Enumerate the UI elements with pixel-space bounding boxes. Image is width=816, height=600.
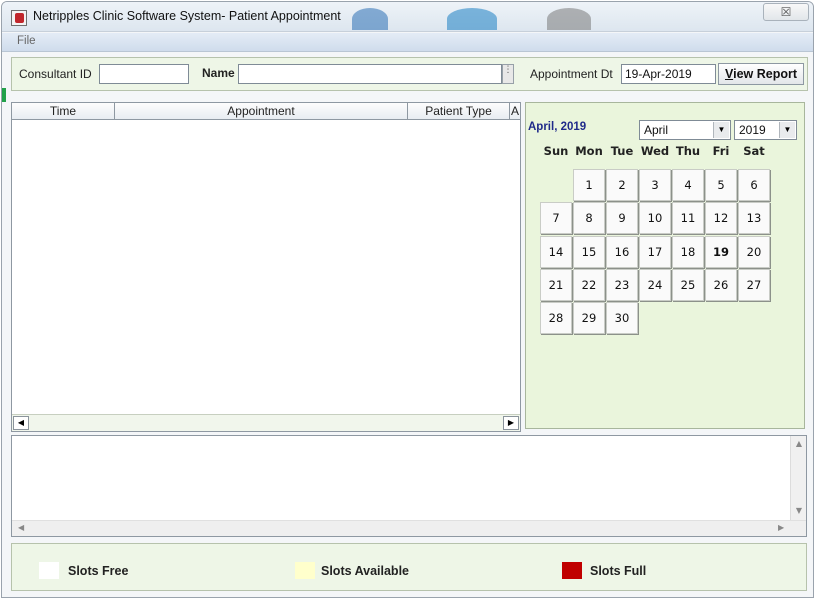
calendar-day-6[interactable]: 6 — [738, 169, 770, 201]
calendar-day-25[interactable]: 25 — [672, 269, 704, 301]
menu-file[interactable]: File — [17, 35, 36, 47]
filter-toolbar: Consultant ID Name ⋮ Appointment Dt View… — [11, 57, 808, 91]
appointment-grid[interactable]: Time Appointment Patient Type A ◀ ▶ — [11, 102, 521, 432]
month-select[interactable]: April ▼ — [639, 120, 731, 140]
calendar-day-22[interactable]: 22 — [573, 269, 605, 301]
legend-label-available: Slots Available — [321, 564, 409, 578]
calendar-day-2[interactable]: 2 — [606, 169, 638, 201]
title-decoration — [352, 8, 388, 30]
year-select-value: 2019 — [739, 123, 766, 137]
calendar-day-1[interactable]: 1 — [573, 169, 605, 201]
grid-header: Time Appointment Patient Type A — [12, 103, 520, 120]
app-window: Netripples Clinic Software System- Patie… — [1, 1, 814, 598]
calendar-day-24[interactable]: 24 — [639, 269, 671, 301]
appointment-date-label: Appointment Dt — [530, 67, 613, 81]
weekday-label: Tue — [610, 144, 634, 158]
calendar-month-title: April, 2019 — [528, 121, 587, 133]
grid-horizontal-scrollbar[interactable]: ◀ ▶ — [12, 414, 520, 431]
name-lookup-button[interactable]: ⋮ — [502, 64, 514, 84]
calendar-day-30[interactable]: 30 — [606, 302, 638, 334]
weekday-label: Wed — [640, 144, 670, 158]
calendar-day-27[interactable]: 27 — [738, 269, 770, 301]
app-icon — [11, 10, 27, 26]
view-report-label: iew Report — [733, 67, 798, 81]
calendar-day-11[interactable]: 11 — [672, 202, 704, 234]
calendar-day-16[interactable]: 16 — [606, 236, 638, 268]
detail-horizontal-scrollbar[interactable]: ◀ ▶ — [12, 520, 806, 536]
scroll-left-icon[interactable]: ◀ — [18, 523, 24, 532]
chevron-down-icon[interactable]: ▼ — [779, 122, 795, 138]
name-label: Name — [202, 66, 235, 80]
chevron-down-icon[interactable]: ▼ — [713, 122, 729, 138]
column-header-patient-type[interactable]: Patient Type — [408, 103, 510, 119]
view-report-mnemonic: V — [724, 67, 734, 81]
calendar-day-5[interactable]: 5 — [705, 169, 737, 201]
column-header-appointment[interactable]: Appointment — [115, 103, 408, 119]
scroll-right-icon[interactable]: ▶ — [503, 416, 519, 430]
view-report-button[interactable]: View Report — [718, 63, 804, 85]
appointment-date-input[interactable] — [621, 64, 716, 84]
title-decoration — [447, 8, 497, 30]
scroll-up-icon[interactable]: ▲ — [791, 439, 807, 448]
slot-legend: Slots Free Slots Available Slots Full — [11, 543, 807, 591]
legend-swatch-available — [295, 562, 315, 579]
calendar-day-26[interactable]: 26 — [705, 269, 737, 301]
calendar-panel: April, 2019 April ▼ 2019 ▼ Sun Mon Tue Wed T… — [525, 102, 805, 429]
detail-pane[interactable]: ▲ ▼ ◀ ▶ — [11, 435, 807, 537]
column-header-time[interactable]: Time — [12, 103, 115, 119]
calendar-day-23[interactable]: 23 — [606, 269, 638, 301]
scroll-right-icon[interactable]: ▶ — [778, 523, 784, 532]
name-input[interactable] — [238, 64, 502, 84]
year-select[interactable]: 2019 ▼ — [734, 120, 797, 140]
calendar-day-18[interactable]: 18 — [672, 236, 704, 268]
column-header-truncated[interactable]: A — [510, 103, 520, 119]
month-select-value: April — [644, 123, 669, 137]
calendar-day-12[interactable]: 12 — [705, 202, 737, 234]
weekday-label: Mon — [575, 144, 603, 158]
calendar-day-9[interactable]: 9 — [606, 202, 638, 234]
legend-label-full: Slots Full — [590, 564, 647, 578]
title-bar: Netripples Clinic Software System- Patie… — [2, 2, 813, 32]
calendar-day-15[interactable]: 15 — [573, 236, 605, 268]
menu-bar: File — [2, 33, 813, 52]
detail-vertical-scrollbar[interactable]: ▲ ▼ — [790, 436, 806, 520]
weekday-label: Sat — [743, 144, 765, 158]
calendar-day-10[interactable]: 10 — [639, 202, 671, 234]
side-marker — [2, 88, 6, 102]
calendar-day-14[interactable]: 14 — [540, 236, 572, 268]
calendar-day-17[interactable]: 17 — [639, 236, 671, 268]
calendar-day-28[interactable]: 28 — [540, 302, 572, 334]
legend-swatch-free — [39, 562, 59, 579]
calendar-day-4[interactable]: 4 — [672, 169, 704, 201]
calendar-day-8[interactable]: 8 — [573, 202, 605, 234]
weekday-label: Sun — [543, 144, 569, 158]
weekday-label: Fri — [712, 144, 730, 158]
window-title: Netripples Clinic Software System- Patie… — [33, 9, 341, 23]
consultant-id-label: Consultant ID — [19, 67, 92, 81]
weekday-label: Thu — [675, 144, 701, 158]
close-button[interactable]: ☒ — [763, 3, 809, 21]
title-decoration — [547, 8, 591, 30]
consultant-id-input[interactable] — [99, 64, 189, 84]
calendar-day-29[interactable]: 29 — [573, 302, 605, 334]
calendar-day-19[interactable]: 19 — [705, 236, 737, 268]
scroll-left-icon[interactable]: ◀ — [13, 416, 29, 430]
calendar-day-3[interactable]: 3 — [639, 169, 671, 201]
calendar-day-21[interactable]: 21 — [540, 269, 572, 301]
legend-swatch-full — [562, 562, 582, 579]
calendar-day-13[interactable]: 13 — [738, 202, 770, 234]
scroll-down-icon[interactable]: ▼ — [791, 506, 807, 515]
legend-label-free: Slots Free — [68, 564, 129, 578]
calendar-day-20[interactable]: 20 — [738, 236, 770, 268]
calendar-day-7[interactable]: 7 — [540, 202, 572, 234]
